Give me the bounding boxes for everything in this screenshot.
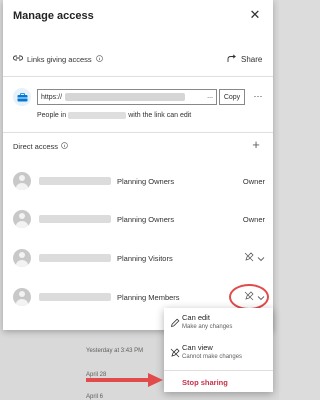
redacted-name: [39, 293, 111, 301]
divider: [3, 76, 273, 77]
pencil-icon: [170, 315, 180, 328]
more-options-icon[interactable]: ···: [251, 89, 265, 105]
permission-menu: Can edit Make any changes Can view Canno…: [164, 308, 273, 392]
link-url-prefix: https://: [41, 93, 63, 101]
info-icon[interactable]: [95, 54, 103, 64]
avatar: [13, 288, 31, 306]
redacted-name: [39, 177, 111, 185]
link-icon: [13, 54, 23, 64]
share-button[interactable]: Share: [227, 52, 262, 66]
arrow-right-icon: [86, 372, 164, 393]
direct-access-heading: Direct access: [13, 142, 68, 151]
add-icon[interactable]: +: [249, 138, 263, 152]
chevron-down-icon: [257, 249, 265, 267]
highlight-circle: [229, 284, 269, 310]
menu-item-can-edit[interactable]: Can edit Make any changes: [164, 308, 273, 336]
can-view-subtitle: Cannot make changes: [182, 354, 243, 360]
no-edit-icon: [244, 249, 254, 267]
links-giving-access-heading: Links giving access: [13, 52, 103, 66]
briefcase-icon: [13, 88, 31, 106]
background-timestamp: Yesterday at 3:43 PM: [86, 348, 144, 354]
permission-dropdown[interactable]: [244, 251, 265, 265]
avatar: [13, 210, 31, 228]
group-name: Planning Owners: [117, 176, 175, 186]
panel-title: Manage access: [13, 10, 94, 22]
group-name: Planning Members: [117, 292, 180, 302]
menu-item-can-view[interactable]: Can view Cannot make changes: [164, 338, 273, 366]
link-scope-suffix: with the link can edit: [128, 112, 192, 119]
access-row: Planning Members: [13, 287, 265, 307]
link-url-field[interactable]: https:// ...: [37, 89, 217, 105]
link-scope-description[interactable]: People in with the link can edit: [37, 112, 191, 119]
redacted-url: [65, 93, 186, 101]
share-icon: [227, 53, 237, 65]
copy-button[interactable]: Copy: [219, 89, 245, 105]
close-icon[interactable]: ✕: [247, 7, 263, 23]
link-url-ellipsis: ...: [207, 93, 213, 100]
access-row: Planning Owners Owner: [13, 209, 265, 229]
divider: [3, 132, 273, 133]
stop-sharing-button[interactable]: Stop sharing: [182, 378, 228, 387]
manage-access-panel: Manage access ✕ Links giving access Shar…: [3, 0, 273, 330]
can-edit-subtitle: Make any changes: [182, 324, 233, 330]
access-row: Planning Owners Owner: [13, 171, 265, 191]
group-name: Planning Owners: [117, 214, 175, 224]
links-giving-access-label: Links giving access: [27, 54, 92, 64]
redacted-name: [39, 215, 111, 223]
divider: [164, 370, 273, 371]
info-icon[interactable]: [61, 142, 68, 151]
avatar: [13, 172, 31, 190]
direct-access-label: Direct access: [13, 142, 59, 151]
share-label: Share: [241, 54, 263, 64]
redacted-name: [39, 254, 111, 262]
link-scope-prefix: People in: [37, 112, 67, 119]
permission-role: Owner: [242, 214, 265, 224]
background-date: April 6: [86, 394, 104, 400]
group-name: Planning Visitors: [117, 253, 173, 263]
redacted-organization: [68, 112, 127, 119]
access-row: Planning Visitors: [13, 248, 265, 268]
avatar: [13, 249, 31, 267]
no-edit-icon: [170, 345, 180, 358]
permission-role: Owner: [242, 176, 265, 186]
can-view-title: Can view: [182, 343, 213, 352]
can-edit-title: Can edit: [182, 313, 210, 322]
